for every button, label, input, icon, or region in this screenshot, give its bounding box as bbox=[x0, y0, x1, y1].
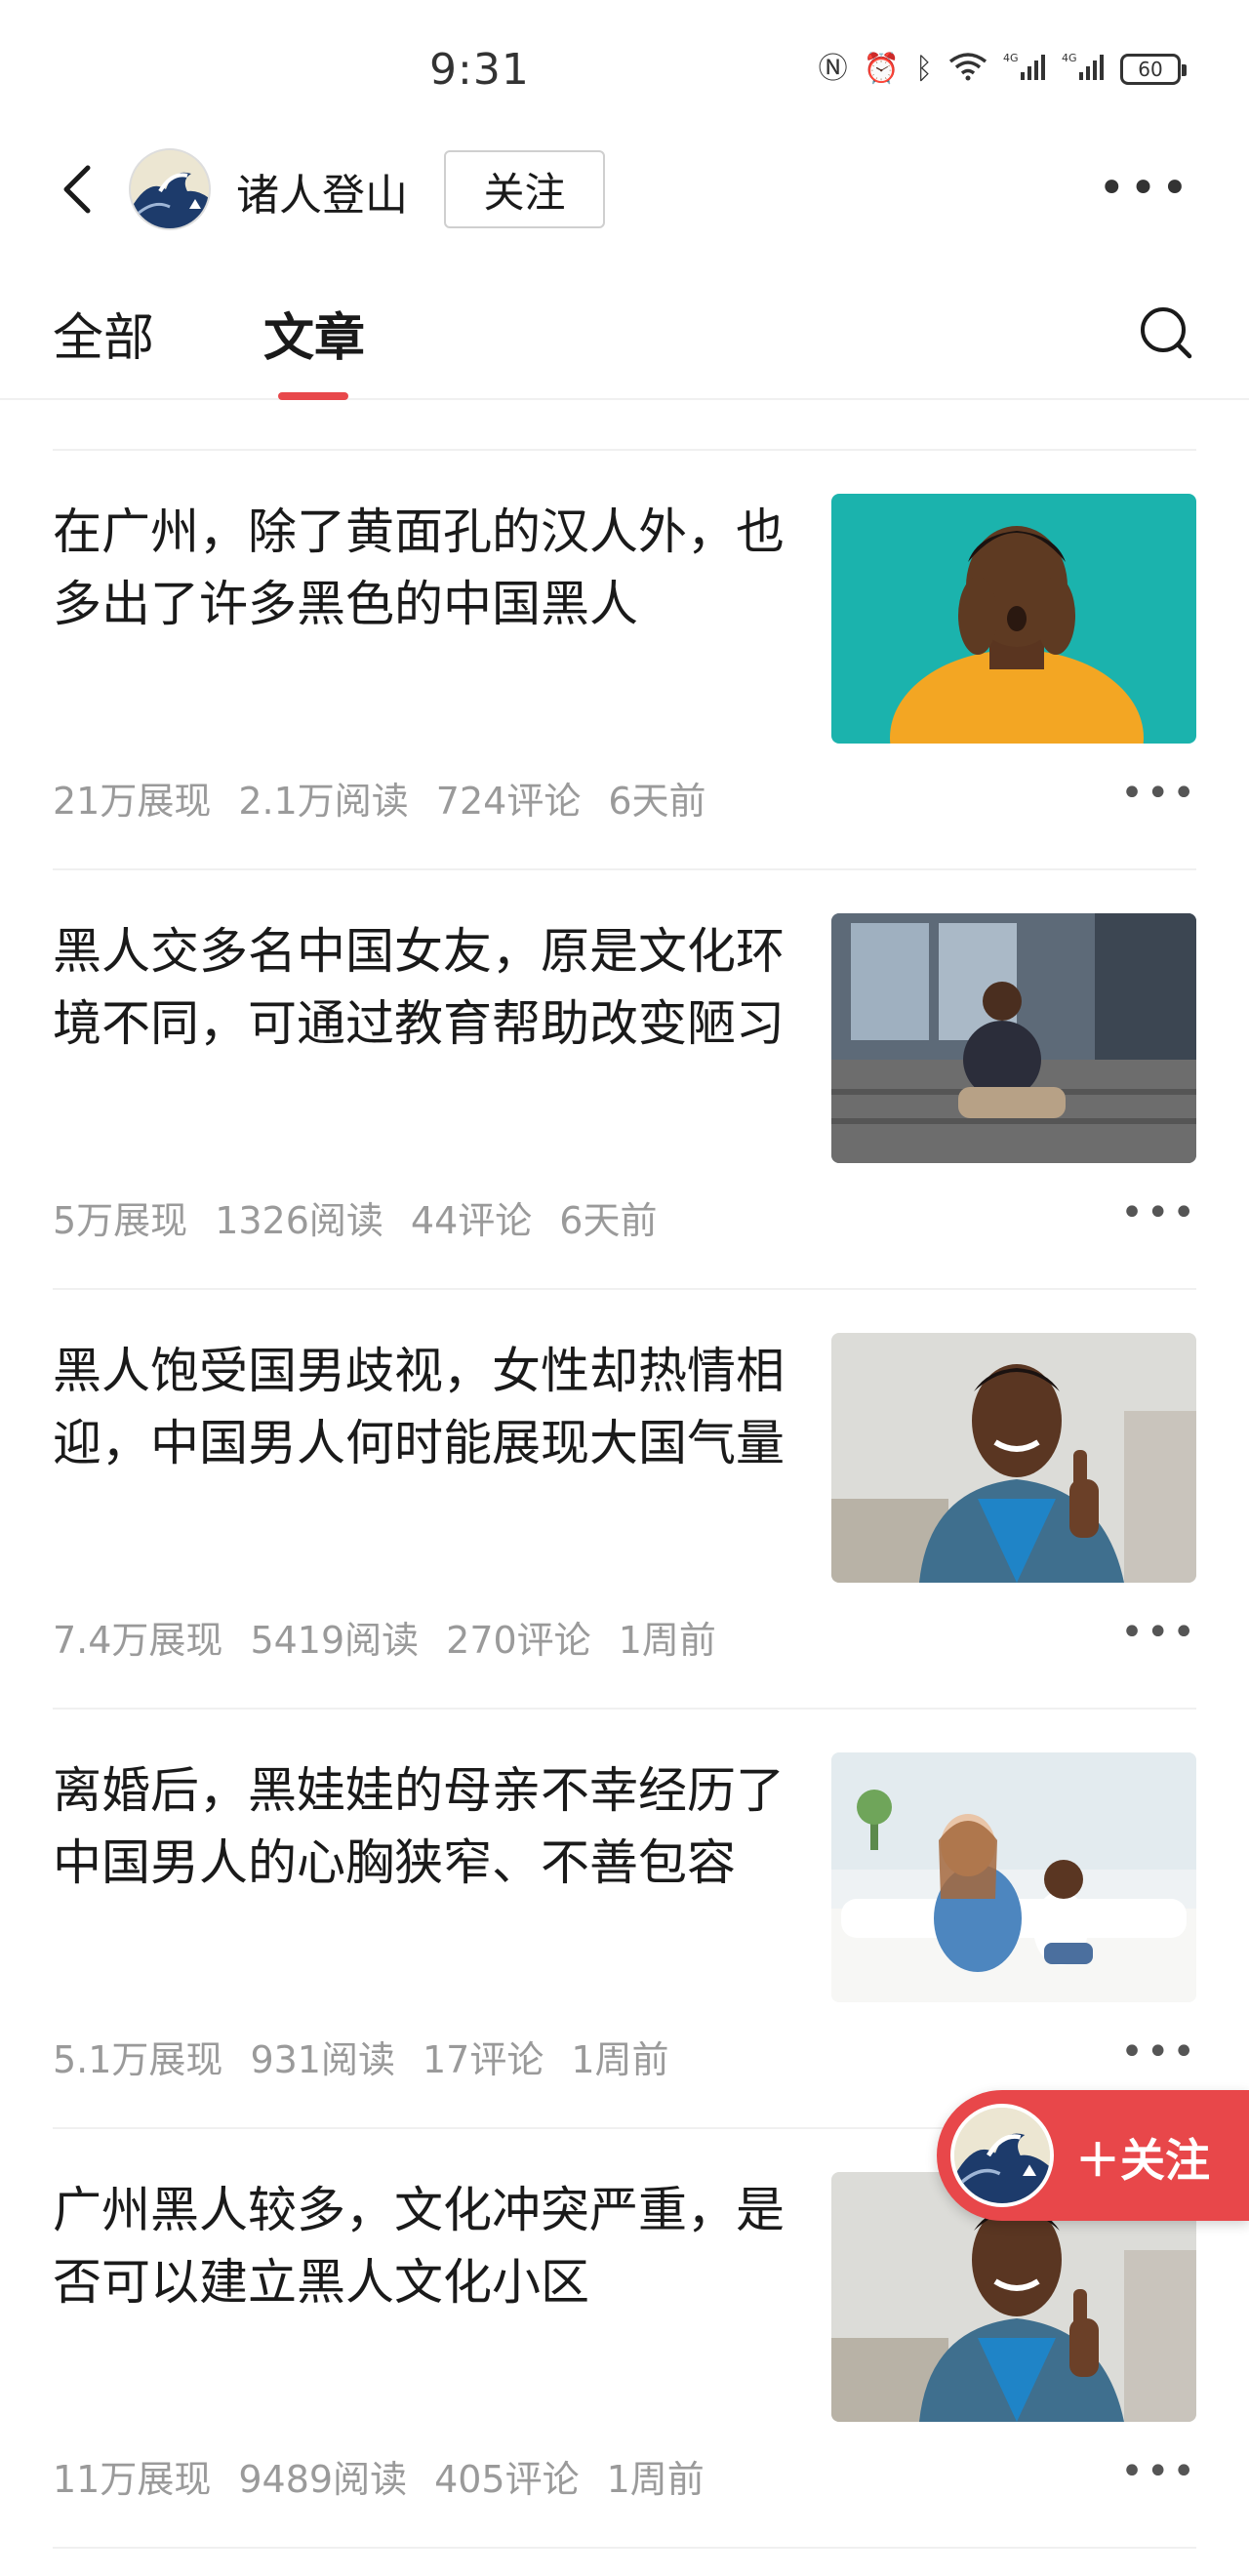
comments-count: 17评论 bbox=[422, 2038, 544, 2081]
avatar bbox=[950, 2104, 1054, 2207]
article-thumbnail[interactable] bbox=[831, 494, 1196, 744]
nfc-icon: Ⓝ bbox=[818, 52, 848, 86]
publish-time: 6天前 bbox=[559, 1199, 658, 1242]
impressions-count: 11万展现 bbox=[53, 2458, 212, 2501]
divider bbox=[53, 2547, 1196, 2549]
article-more-icon[interactable]: ••• bbox=[1120, 2452, 1198, 2491]
status-bar: 9:31 Ⓝ ⏰ ᛒ 4G 4G 60 bbox=[0, 0, 1249, 146]
article-title[interactable]: 离婚后，黑娃娃的母亲不幸经历了中国男人的心胸狭窄、不善包容 bbox=[53, 1754, 794, 1899]
signal-4g-icon: 4G bbox=[1003, 51, 1046, 88]
article-title[interactable]: 在广州，除了黄面孔的汉人外，也多出了许多黑色的中国黑人 bbox=[53, 496, 794, 640]
reads-count: 1326阅读 bbox=[215, 1199, 383, 1242]
tab-articles[interactable]: 文章 bbox=[263, 297, 365, 370]
article-title[interactable]: 黑人交多名中国女友，原是文化环境不同，可通过教育帮助改变陋习 bbox=[53, 915, 794, 1060]
article-more-icon[interactable]: ••• bbox=[1120, 2033, 1198, 2072]
tab-bar: 全部 文章 bbox=[0, 283, 1249, 400]
article-stats: 21万展现 2.1万阅读 724评论 6天前 bbox=[53, 771, 706, 825]
article-more-icon[interactable]: ••• bbox=[1120, 1613, 1198, 1652]
article-title[interactable]: 黑人饱受国男歧视，女性却热情相迎，中国男人何时能展现大国气量 bbox=[53, 1335, 794, 1479]
impressions-count: 5万展现 bbox=[53, 1199, 188, 1242]
svg-text:4G: 4G bbox=[1003, 52, 1019, 64]
avatar[interactable] bbox=[129, 148, 211, 230]
signal-4g-icon-2: 4G bbox=[1062, 51, 1105, 88]
article-stats: 5.1万展现 931阅读 17评论 1周前 bbox=[53, 2030, 669, 2083]
publish-time: 6天前 bbox=[608, 780, 706, 823]
alarm-icon: ⏰ bbox=[863, 52, 900, 86]
reads-count: 5419阅读 bbox=[250, 1619, 420, 1662]
article-card[interactable]: 黑人饱受国男歧视，女性却热情相迎，中国男人何时能展现大国气量 7.4万展现 54… bbox=[0, 1288, 1249, 1708]
reads-count: 931阅读 bbox=[250, 2038, 395, 2081]
profile-header: 诸人登山 关注 ••• bbox=[0, 146, 1249, 234]
publish-time: 1周前 bbox=[606, 2458, 705, 2501]
comments-count: 270评论 bbox=[446, 1619, 591, 1662]
wifi-icon bbox=[948, 52, 987, 87]
tab-all[interactable]: 全部 bbox=[53, 297, 154, 370]
article-card[interactable]: 在广州，除了黄面孔的汉人外，也多出了许多黑色的中国黑人 21万展现 2.1万阅读… bbox=[0, 449, 1249, 868]
article-title[interactable]: 广州黑人较多，文化冲突严重，是否可以建立黑人文化小区 bbox=[53, 2174, 794, 2318]
reads-count: 9489阅读 bbox=[238, 2458, 408, 2501]
article-thumbnail[interactable] bbox=[831, 1333, 1196, 1583]
publish-time: 1周前 bbox=[571, 2038, 669, 2081]
status-time: 9:31 bbox=[429, 45, 530, 95]
article-more-icon[interactable]: ••• bbox=[1120, 774, 1198, 813]
impressions-count: 7.4万展现 bbox=[53, 1619, 223, 1662]
comments-count: 44评论 bbox=[410, 1199, 533, 1242]
article-card[interactable]: 黑人交多名中国女友，原是文化环境不同，可通过教育帮助改变陋习 5万展现 1326… bbox=[0, 868, 1249, 1288]
article-stats: 5万展现 1326阅读 44评论 6天前 bbox=[53, 1190, 657, 1244]
battery-icon: 60 bbox=[1120, 54, 1187, 85]
article-stats: 11万展现 9489阅读 405评论 1周前 bbox=[53, 2449, 705, 2503]
article-thumbnail[interactable] bbox=[831, 1752, 1196, 2002]
publish-time: 1周前 bbox=[618, 1619, 716, 1662]
floating-follow-label[interactable]: ＋关注 bbox=[1075, 2125, 1210, 2190]
article-thumbnail[interactable] bbox=[831, 913, 1196, 1163]
author-name[interactable]: 诸人登山 bbox=[236, 160, 408, 222]
impressions-count: 5.1万展现 bbox=[53, 2038, 223, 2081]
floating-follow-button[interactable]: ＋关注 bbox=[937, 2090, 1249, 2221]
svg-text:4G: 4G bbox=[1062, 52, 1077, 64]
article-more-icon[interactable]: ••• bbox=[1120, 1193, 1198, 1232]
follow-button[interactable]: 关注 bbox=[444, 150, 605, 228]
active-tab-indicator bbox=[278, 392, 348, 400]
more-options-icon[interactable]: ••• bbox=[1098, 165, 1192, 212]
comments-count: 724评论 bbox=[435, 780, 582, 823]
bluetooth-icon: ᛒ bbox=[915, 52, 933, 86]
reads-count: 2.1万阅读 bbox=[238, 780, 409, 823]
search-icon[interactable] bbox=[1134, 301, 1198, 365]
back-arrow-icon[interactable] bbox=[51, 160, 109, 219]
comments-count: 405评论 bbox=[434, 2458, 580, 2501]
article-card[interactable]: 离婚后，黑娃娃的母亲不幸经历了中国男人的心胸狭窄、不善包容 5.1万展现 931… bbox=[0, 1708, 1249, 2127]
status-icons: Ⓝ ⏰ ᛒ 4G 4G 60 bbox=[818, 51, 1187, 88]
article-stats: 7.4万展现 5419阅读 270评论 1周前 bbox=[53, 1610, 716, 1664]
impressions-count: 21万展现 bbox=[53, 780, 212, 823]
